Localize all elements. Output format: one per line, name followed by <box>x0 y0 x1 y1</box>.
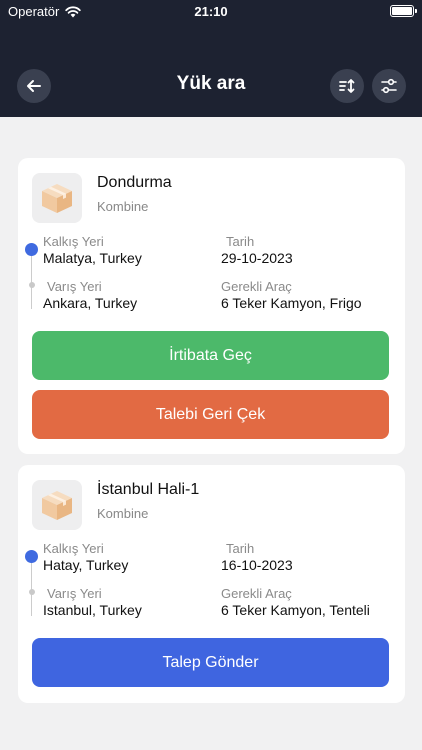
date-value: 16-10-2023 <box>221 557 293 573</box>
load-title: İstanbul Hali-1 <box>97 481 200 498</box>
load-thumbnail <box>32 480 82 530</box>
load-type: Kombine <box>97 506 149 521</box>
load-type: Kombine <box>97 199 149 214</box>
contact-button[interactable]: İrtibata Geç <box>32 331 389 380</box>
battery-icon <box>390 5 417 17</box>
destination-label: Varış Yeri <box>47 279 102 294</box>
origin-label: Kalkış Yeri <box>43 541 104 556</box>
destination-value: Istanbul, Turkey <box>43 602 142 618</box>
origin-label: Kalkış Yeri <box>43 234 104 249</box>
route-info: Kalkış Yeri Malatya, Turkey Varış Yeri A… <box>18 234 405 311</box>
date-value: 29-10-2023 <box>221 250 293 266</box>
load-thumbnail <box>32 173 82 223</box>
destination-dot <box>29 589 35 595</box>
origin-dot <box>25 550 38 563</box>
status-time: 21:10 <box>194 4 228 19</box>
vehicle-value: 6 Teker Kamyon, Tenteli <box>221 602 370 618</box>
destination-label: Varış Yeri <box>47 586 102 601</box>
send-request-button[interactable]: Talep Gönder <box>32 638 389 687</box>
route-info: Kalkış Yeri Hatay, Turkey Varış Yeri Ist… <box>18 541 405 618</box>
vehicle-label: Gerekli Araç <box>221 586 292 601</box>
withdraw-request-button[interactable]: Talebi Geri Çek <box>32 390 389 439</box>
box-icon <box>42 491 72 520</box>
load-card[interactable]: Dondurma Kombine Kalkış Yeri Malatya, Tu… <box>18 158 405 454</box>
sliders-icon <box>381 78 397 94</box>
date-label: Tarih <box>226 541 255 556</box>
origin-dot <box>25 243 38 256</box>
load-card[interactable]: İstanbul Hali-1 Kombine Kalkış Yeri Hata… <box>18 465 405 703</box>
header-bar: Operatör 21:10 Yük ara <box>0 0 422 117</box>
origin-value: Hatay, Turkey <box>43 557 129 573</box>
sort-button[interactable] <box>330 69 364 103</box>
box-icon <box>42 184 72 213</box>
origin-value: Malatya, Turkey <box>43 250 142 266</box>
status-bar: Operatör 21:10 <box>0 0 422 22</box>
nav-bar: Yük ara <box>0 68 422 104</box>
vehicle-label: Gerekli Araç <box>221 279 292 294</box>
vehicle-value: 6 Teker Kamyon, Frigo <box>221 295 362 311</box>
destination-dot <box>29 282 35 288</box>
sort-icon <box>339 79 355 93</box>
destination-value: Ankara, Turkey <box>43 295 138 311</box>
date-label: Tarih <box>226 234 255 249</box>
load-title: Dondurma <box>97 174 172 191</box>
filter-button[interactable] <box>372 69 406 103</box>
